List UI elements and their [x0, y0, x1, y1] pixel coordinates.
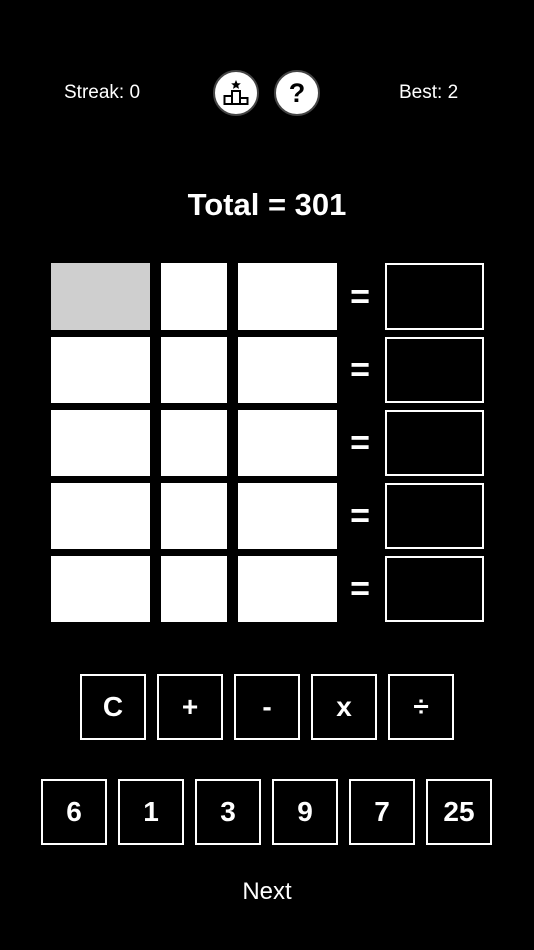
help-icon: ? [288, 77, 306, 108]
cell-row4-operand1[interactable] [51, 483, 150, 549]
equals-sign: = [350, 570, 370, 608]
cell-row4-operator[interactable] [161, 483, 227, 549]
leaderboard-button[interactable] [213, 70, 259, 116]
plus-button[interactable]: + [157, 674, 223, 740]
result-row5 [385, 556, 484, 622]
clear-button[interactable]: C [80, 674, 146, 740]
number-tile[interactable]: 9 [272, 779, 338, 845]
cell-row2-operand2[interactable] [238, 337, 337, 403]
total-target: Total = 301 [187, 187, 347, 222]
equals-sign: = [350, 424, 370, 462]
cell-row5-operand2[interactable] [238, 556, 337, 622]
number-tile[interactable]: 6 [41, 779, 107, 845]
cell-row3-operand1[interactable] [51, 410, 150, 476]
best-label: Best: 2 [399, 82, 459, 103]
leaderboard-icon [223, 80, 249, 105]
next-button[interactable]: Next [0, 878, 534, 906]
equals-sign: = [350, 278, 370, 316]
equals-sign: = [350, 351, 370, 389]
result-row1 [385, 263, 484, 330]
result-row4 [385, 483, 484, 549]
number-tile[interactable]: 25 [426, 779, 492, 845]
equals-sign: = [350, 497, 370, 535]
result-row2 [385, 337, 484, 403]
cell-row5-operand1[interactable] [51, 556, 150, 622]
cell-row1-operand2[interactable] [238, 263, 337, 330]
multiply-button[interactable]: x [311, 674, 377, 740]
divide-button[interactable]: ÷ [388, 674, 454, 740]
cell-row4-operand2[interactable] [238, 483, 337, 549]
cell-row3-operand2[interactable] [238, 410, 337, 476]
help-button[interactable]: ? [274, 70, 320, 116]
number-tile[interactable]: 1 [118, 779, 184, 845]
streak-label: Streak: 0 [64, 82, 141, 103]
cell-row1-operand1[interactable] [51, 263, 150, 330]
result-row3 [385, 410, 484, 476]
cell-row3-operator[interactable] [161, 410, 227, 476]
cell-row2-operator[interactable] [161, 337, 227, 403]
number-tile[interactable]: 7 [349, 779, 415, 845]
cell-row2-operand1[interactable] [51, 337, 150, 403]
cell-row5-operator[interactable] [161, 556, 227, 622]
minus-button[interactable]: - [234, 674, 300, 740]
number-tile[interactable]: 3 [195, 779, 261, 845]
cell-row1-operator[interactable] [161, 263, 227, 330]
